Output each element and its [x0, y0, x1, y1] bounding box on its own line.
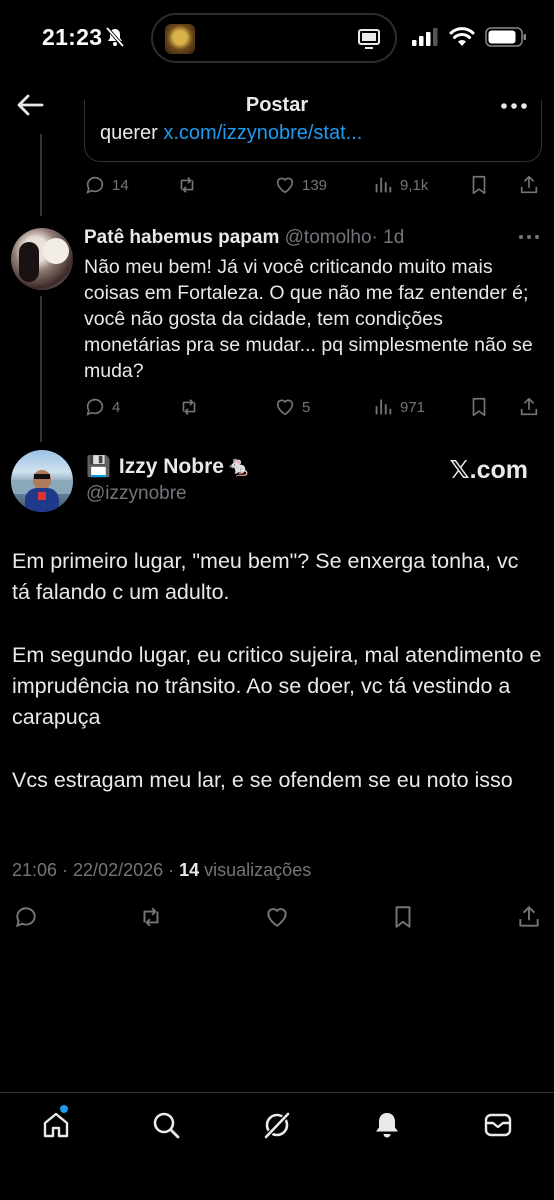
views-chart-icon	[375, 399, 392, 415]
dynamic-island[interactable]	[151, 13, 397, 63]
post-timestamp[interactable]: 21:06 · 22/02/2026 ·	[12, 860, 179, 880]
like-count: 139	[302, 176, 328, 194]
main-post-actions	[0, 902, 554, 932]
now-playing-artwork	[165, 24, 195, 54]
reply-time: · 1d	[371, 227, 405, 248]
messages-icon[interactable]	[482, 1109, 514, 1141]
grok-icon[interactable]	[261, 1109, 293, 1141]
wifi-icon	[449, 27, 475, 46]
repost-icon	[182, 399, 196, 415]
reply-button[interactable]: 14	[84, 172, 129, 198]
like-button[interactable]: 5	[274, 394, 310, 420]
share-icon[interactable]	[516, 904, 542, 930]
main-author-name-row[interactable]: 💾 Izzy Nobre 🐁	[86, 454, 251, 479]
main-author-name: Izzy Nobre	[118, 454, 224, 478]
reply-author-name[interactable]: Patê habemus papam	[84, 227, 279, 248]
reply-icon	[86, 398, 104, 416]
reply-count: 14	[112, 176, 129, 194]
views-count: 971	[400, 398, 426, 416]
main-author-handle[interactable]: @izzynobre	[86, 483, 187, 505]
reply-author-handle[interactable]: @tomolho	[285, 227, 372, 248]
bottom-navigation	[0, 1092, 554, 1200]
home-icon[interactable]	[40, 1109, 72, 1141]
home-notification-dot	[60, 1105, 68, 1113]
views-button[interactable]: 9,1k	[372, 172, 428, 198]
quoted-text: querer	[100, 122, 164, 144]
reply-header: Patê habemus papam @tomolho· 1d	[84, 227, 404, 249]
views-label: visualizações	[199, 860, 312, 880]
search-icon[interactable]	[150, 1109, 182, 1141]
notifications-icon[interactable]	[371, 1109, 403, 1141]
parent-post-actions: 14 139 9,1k	[84, 172, 542, 198]
battery-icon	[485, 27, 526, 47]
reply-actions: 4 5 971	[84, 394, 542, 420]
heart-icon	[276, 177, 294, 194]
floppy-disk-icon: 💾	[86, 456, 111, 478]
status-time: 21:23	[42, 24, 103, 50]
repost-button[interactable]	[178, 394, 200, 420]
views-chart-icon	[375, 177, 392, 193]
thread-connector-top	[40, 134, 42, 216]
tv-icon	[358, 29, 380, 49]
repost-button[interactable]	[176, 172, 198, 198]
main-tweet-paragraph-2: Em segundo lugar, eu critico sujeira, ma…	[12, 643, 542, 729]
main-tweet-paragraph-3: Vcs estragam meu lar, e se ofendem se eu…	[12, 768, 513, 792]
bookmark-icon	[472, 397, 486, 417]
like-button[interactable]: 139	[274, 172, 327, 198]
reply-icon[interactable]	[13, 904, 39, 930]
views-count: 14	[179, 860, 200, 880]
bookmark-button[interactable]	[468, 394, 490, 420]
quoted-link[interactable]: x.com/izzynobre/stat...	[163, 122, 362, 144]
reply-button[interactable]: 4	[84, 394, 120, 420]
reply-avatar[interactable]	[11, 228, 73, 290]
post-metadata: 21:06 · 22/02/2026 · 14 visualizações	[12, 860, 311, 881]
heart-icon	[276, 399, 294, 416]
repost-icon[interactable]	[138, 904, 164, 930]
cellular-signal-icon	[412, 28, 438, 46]
share-icon	[520, 397, 538, 416]
reply-count: 4	[112, 398, 121, 416]
bookmark-icon[interactable]	[390, 904, 416, 930]
main-tweet-paragraph-1: Em primeiro lugar, "meu bem"? Se enxerga…	[12, 549, 519, 604]
heart-icon[interactable]	[264, 904, 290, 930]
quoted-post-text[interactable]: querer x.com/izzynobre/stat...	[100, 122, 520, 145]
like-count: 5	[302, 398, 311, 416]
reply-more-icon[interactable]	[518, 232, 540, 242]
bell-muted-icon	[105, 27, 125, 47]
views-button[interactable]: 971	[372, 394, 425, 420]
share-button[interactable]	[518, 172, 540, 198]
reply-text: Não meu bem! Já vi você criticando muito…	[84, 256, 533, 382]
bookmark-icon	[472, 175, 486, 195]
repost-icon	[180, 177, 194, 193]
share-icon	[520, 175, 538, 194]
rat-icon: 🐁	[225, 456, 251, 478]
status-bar: 21:23	[0, 0, 554, 76]
share-button[interactable]	[518, 394, 540, 420]
bookmark-button[interactable]	[468, 172, 490, 198]
views-count: 9,1k	[400, 176, 429, 194]
main-author-avatar[interactable]	[11, 450, 73, 512]
thread-connector-bottom	[40, 296, 42, 442]
reply-icon	[86, 176, 104, 194]
x-logo-watermark: 𝕏.com	[449, 456, 529, 484]
